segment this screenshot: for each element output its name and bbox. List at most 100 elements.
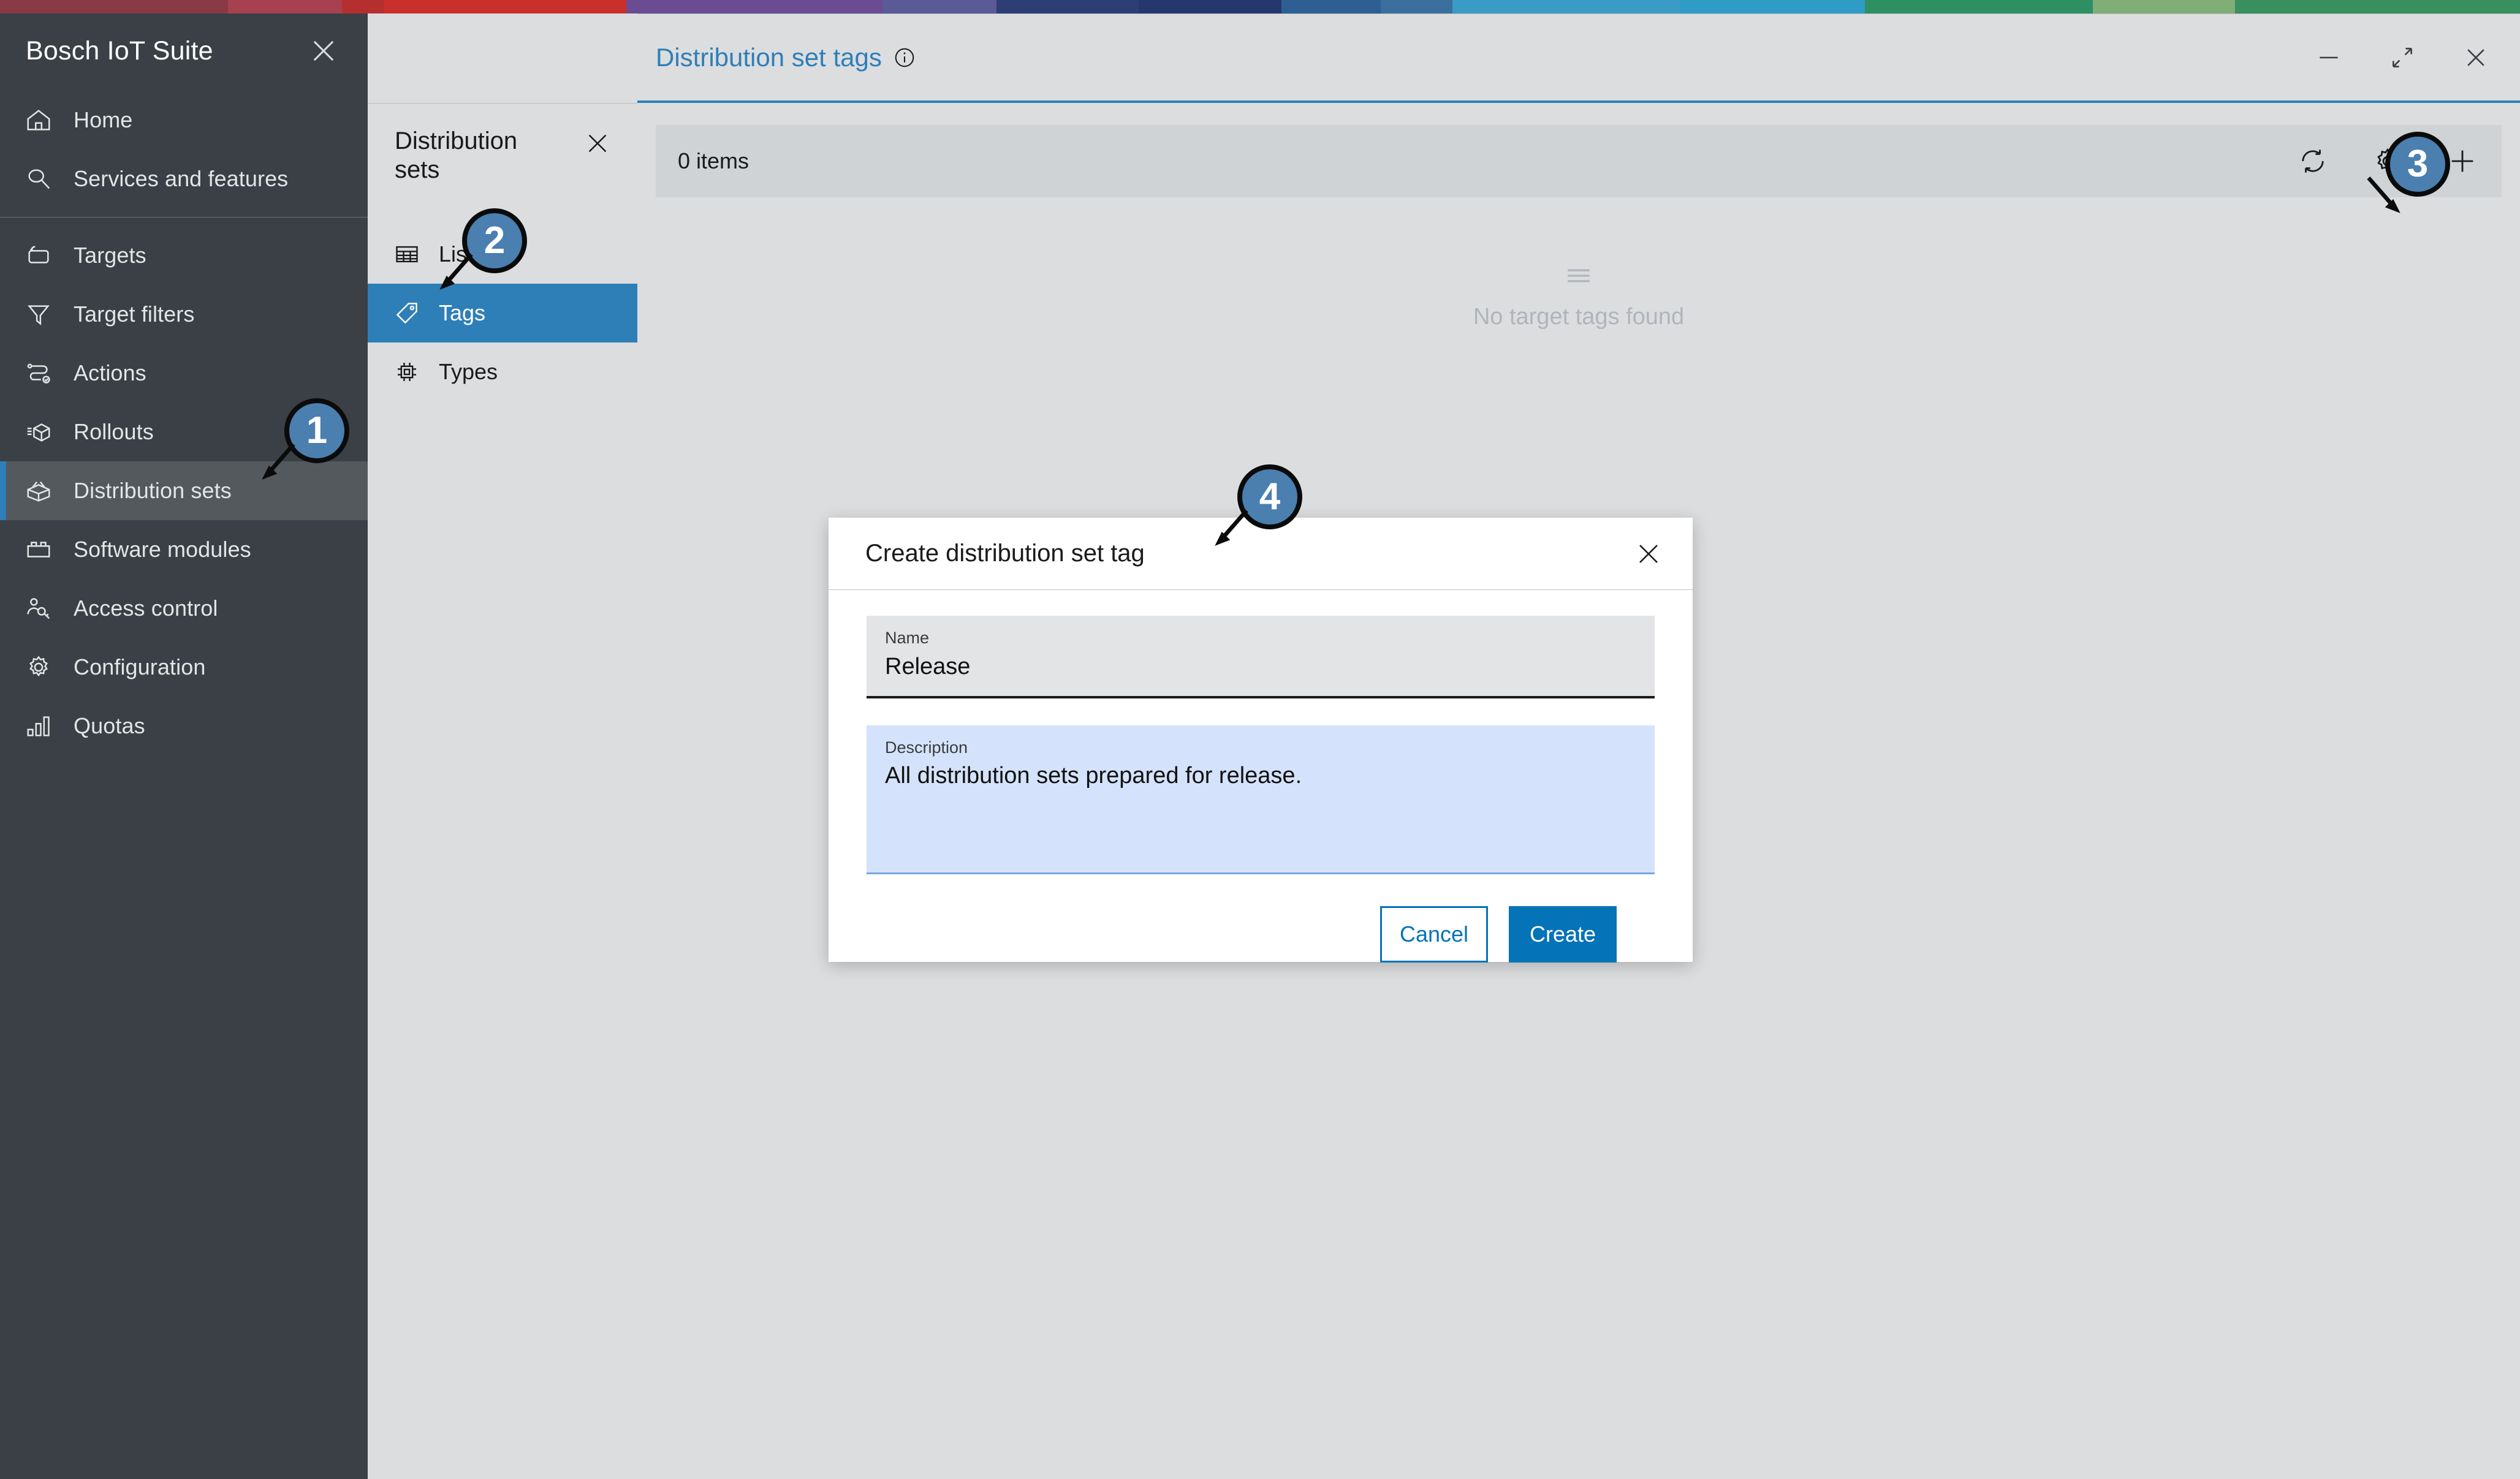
supergraphic-segment: [1281, 0, 1381, 13]
sidebar-item-label: Targets: [74, 243, 146, 268]
app-title: Bosch IoT Suite: [26, 36, 213, 66]
sidebar-item-label: Access control: [74, 596, 218, 621]
name-field[interactable]: Name Release: [867, 616, 1655, 698]
sidebar-header: Bosch IoT Suite: [0, 13, 368, 88]
empty-list-icon: [1562, 263, 1596, 288]
supergraphic-segment: [0, 0, 228, 13]
sidebar-item-label: Target filters: [74, 301, 195, 327]
sidebar-item-targets[interactable]: Targets: [0, 226, 368, 285]
sidebar-item-software-modules[interactable]: Software modules: [0, 520, 368, 579]
secondary-panel: Distribution sets List Tags Types: [368, 103, 637, 1479]
sidebar-item-label: Actions: [74, 360, 146, 385]
table-list-icon: [393, 241, 420, 268]
sidebar-item-label: Configuration: [74, 654, 206, 679]
search-icon: [25, 165, 53, 193]
panel2-item-label: Types: [439, 359, 498, 385]
home-icon: [25, 106, 53, 134]
supergraphic-segment: [1865, 0, 2093, 13]
info-circle-icon[interactable]: [893, 46, 916, 69]
panel2-title: Distribution sets: [395, 127, 518, 184]
sidebar-item-home[interactable]: Home: [0, 91, 368, 149]
supergraphic-segment: [882, 0, 997, 13]
target-device-icon: [25, 241, 53, 270]
toolbar-actions: [2297, 145, 2478, 177]
bar-chart-icon: [25, 712, 53, 740]
content-header: Distribution set tags: [637, 13, 2520, 103]
sidebar-divider: [0, 217, 368, 218]
refresh-button[interactable]: [2297, 145, 2329, 177]
chip-types-icon: [393, 358, 420, 385]
create-button[interactable]: Create: [1509, 906, 1617, 963]
supergraphic-segment: [227, 0, 342, 13]
sidebar-item-configuration[interactable]: Configuration: [0, 638, 368, 697]
panel2-item-list[interactable]: List: [368, 225, 637, 284]
sidebar-item-actions[interactable]: Actions: [0, 344, 368, 403]
empty-state: No target tags found: [637, 263, 2520, 330]
sidebar-item-access-control[interactable]: Access control: [0, 579, 368, 638]
dialog-header: Create distribution set tag: [829, 518, 1693, 590]
content-title-group: Distribution set tags: [656, 43, 916, 72]
supergraphic-segment: [1139, 0, 1281, 13]
create-dialog: Create distribution set tag Name Release…: [829, 518, 1693, 963]
actions-flow-icon: [25, 359, 53, 387]
sidebar-item-distribution-sets[interactable]: Distribution sets: [0, 461, 368, 520]
sidebar-group-primary: Home Services and features: [0, 88, 368, 208]
list-toolbar: 0 items: [656, 125, 2502, 197]
gear-icon: [25, 653, 53, 681]
panel2-list: List Tags Types: [368, 225, 637, 401]
description-field[interactable]: Description All distribution sets prepar…: [867, 725, 1655, 874]
dialog-actions: Cancel Create: [867, 874, 1655, 963]
supergraphic-segment: [1680, 0, 1865, 13]
close-button[interactable]: [2462, 44, 2489, 71]
panel2-item-label: Tags: [439, 300, 486, 326]
supergraphic-segment: [996, 0, 1139, 13]
sidebar-item-services-and-features[interactable]: Services and features: [0, 149, 368, 208]
sidebar-item-label: Rollouts: [74, 419, 154, 444]
supergraphic-segment: [626, 0, 883, 13]
panel2-item-label: List: [439, 241, 474, 267]
module-brick-icon: [25, 535, 53, 564]
page-title: Distribution set tags: [656, 42, 882, 72]
description-field-label: Description: [885, 738, 968, 757]
sidebar-item-label: Software modules: [74, 537, 251, 562]
cancel-button[interactable]: Cancel: [1380, 906, 1488, 963]
dialog-body: Name Release Description All distributio…: [829, 590, 1693, 963]
app-root: Bosch IoT Suite Home Services and featur…: [0, 0, 2520, 1479]
item-count: 0 items: [678, 148, 750, 173]
supergraphic-segment: [341, 0, 385, 13]
sidebar-item-label: Services and features: [74, 166, 289, 191]
tag-icon: [393, 300, 420, 327]
close-icon[interactable]: [308, 35, 340, 67]
sidebar-item-label: Distribution sets: [74, 478, 232, 503]
dialog-title: Create distribution set tag: [865, 540, 1145, 567]
open-box-icon: [25, 477, 53, 505]
sidebar-item-label: Quotas: [74, 713, 145, 738]
sidebar-item-quotas[interactable]: Quotas: [0, 697, 368, 755]
rollout-box-icon: [25, 418, 53, 446]
bosch-supergraphic: [0, 0, 2520, 13]
description-field-value: All distribution sets prepared for relea…: [885, 763, 1302, 789]
sidebar-group-secondary: Targets Target filters Actions Rollouts …: [0, 224, 368, 755]
sidebar-item-label: Home: [74, 107, 133, 132]
funnel-filter-icon: [25, 300, 53, 328]
supergraphic-segment: [384, 0, 627, 13]
empty-state-text: No target tags found: [1473, 304, 1685, 330]
supergraphic-segment: [2235, 0, 2520, 13]
user-key-icon: [25, 594, 53, 622]
close-icon[interactable]: [1634, 539, 1663, 569]
close-icon[interactable]: [583, 129, 612, 157]
maximize-button[interactable]: [2389, 44, 2416, 71]
main-sidebar: Bosch IoT Suite Home Services and featur…: [0, 13, 368, 1479]
sidebar-item-target-filters[interactable]: Target filters: [0, 285, 368, 344]
panel2-item-types[interactable]: Types: [368, 342, 637, 401]
settings-gear-button[interactable]: [2372, 145, 2404, 177]
minimize-button[interactable]: [2315, 44, 2342, 71]
add-button[interactable]: [2446, 145, 2478, 177]
supergraphic-segment: [2092, 0, 2236, 13]
panel2-header: Distribution sets: [368, 104, 637, 184]
panel2-item-tags[interactable]: Tags: [368, 284, 637, 343]
name-field-value: Release: [885, 653, 971, 679]
window-controls: [2315, 44, 2489, 71]
supergraphic-segment: [1381, 0, 1452, 13]
sidebar-item-rollouts[interactable]: Rollouts: [0, 403, 368, 461]
